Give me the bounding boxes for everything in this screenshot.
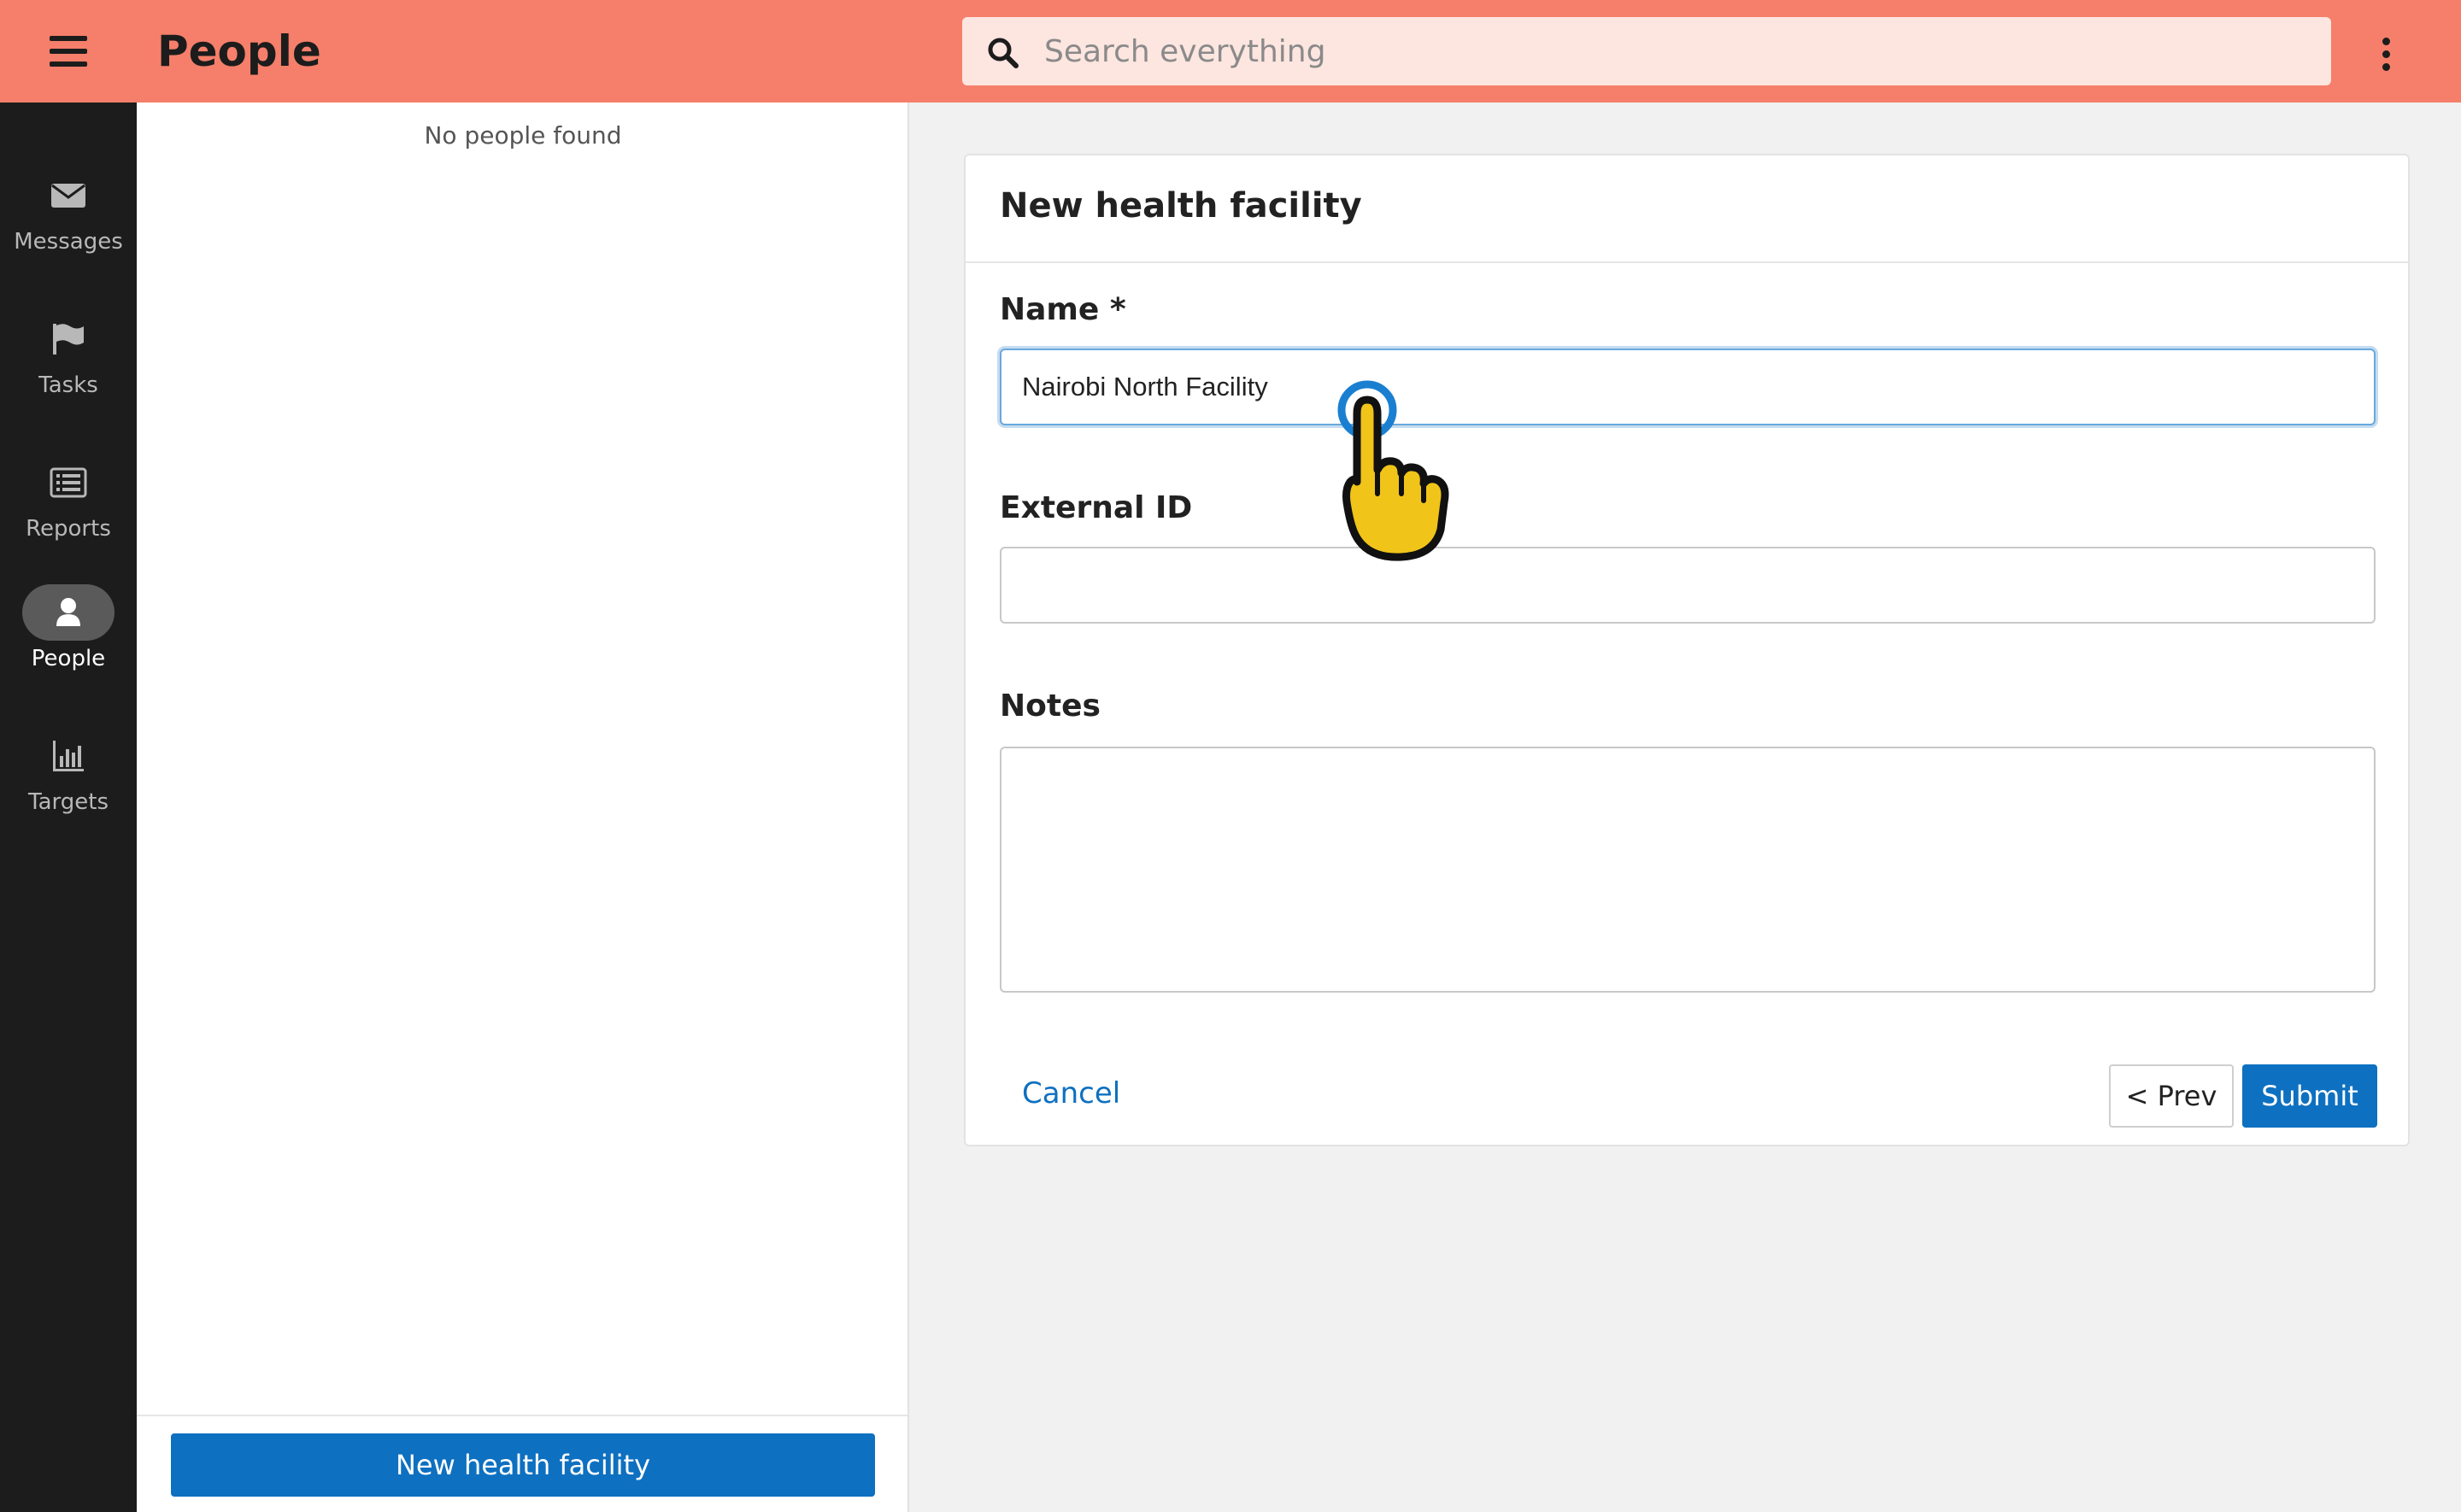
prev-button[interactable]: < Prev — [2109, 1064, 2234, 1128]
envelope-icon — [51, 184, 85, 208]
name-field[interactable] — [1000, 349, 2376, 425]
page-title: People — [157, 26, 321, 76]
sidebar-item-label: Tasks — [38, 372, 98, 398]
bar-chart-icon — [53, 741, 84, 771]
external-id-field[interactable] — [1000, 547, 2376, 624]
sidebar-item-targets[interactable]: Targets — [0, 728, 137, 864]
hamburger-menu-icon[interactable] — [50, 36, 87, 67]
submit-button[interactable]: Submit — [2242, 1064, 2377, 1128]
sidebar-item-people[interactable]: People — [0, 584, 137, 721]
list-icon — [50, 467, 87, 498]
list-footer: New health facility — [137, 1415, 907, 1512]
external-id-label: External ID — [1000, 490, 1193, 525]
notes-label: Notes — [1000, 689, 1101, 724]
people-list-pane: No people found New health facility — [137, 103, 909, 1512]
sidebar-item-label: Messages — [14, 229, 123, 255]
sidebar: Messages Tasks Reports People Targets — [0, 103, 137, 1512]
notes-field[interactable] — [1000, 747, 2376, 993]
kebab-menu-icon[interactable] — [2374, 38, 2398, 72]
new-health-facility-button[interactable]: New health facility — [171, 1433, 875, 1497]
cancel-link[interactable]: Cancel — [1022, 1076, 1120, 1111]
name-label: Name * — [1000, 292, 1126, 327]
flag-icon — [53, 324, 84, 355]
sidebar-item-label: Targets — [28, 789, 109, 815]
search-bar[interactable] — [962, 17, 2331, 85]
form-title: New health facility — [1000, 186, 1362, 226]
top-header: People — [0, 0, 2461, 103]
sidebar-item-tasks[interactable]: Tasks — [0, 311, 137, 448]
sidebar-item-messages[interactable]: Messages — [0, 167, 137, 304]
person-icon — [56, 598, 80, 626]
sidebar-item-reports[interactable]: Reports — [0, 454, 137, 591]
empty-list-message: No people found — [424, 121, 622, 149]
sidebar-item-label: Reports — [26, 516, 111, 542]
sidebar-item-label: People — [31, 646, 106, 671]
search-icon — [988, 38, 1019, 68]
form-divider — [966, 261, 2408, 263]
new-facility-form: New health facility Name * External ID N… — [964, 154, 2410, 1146]
search-input[interactable] — [1044, 17, 2309, 85]
